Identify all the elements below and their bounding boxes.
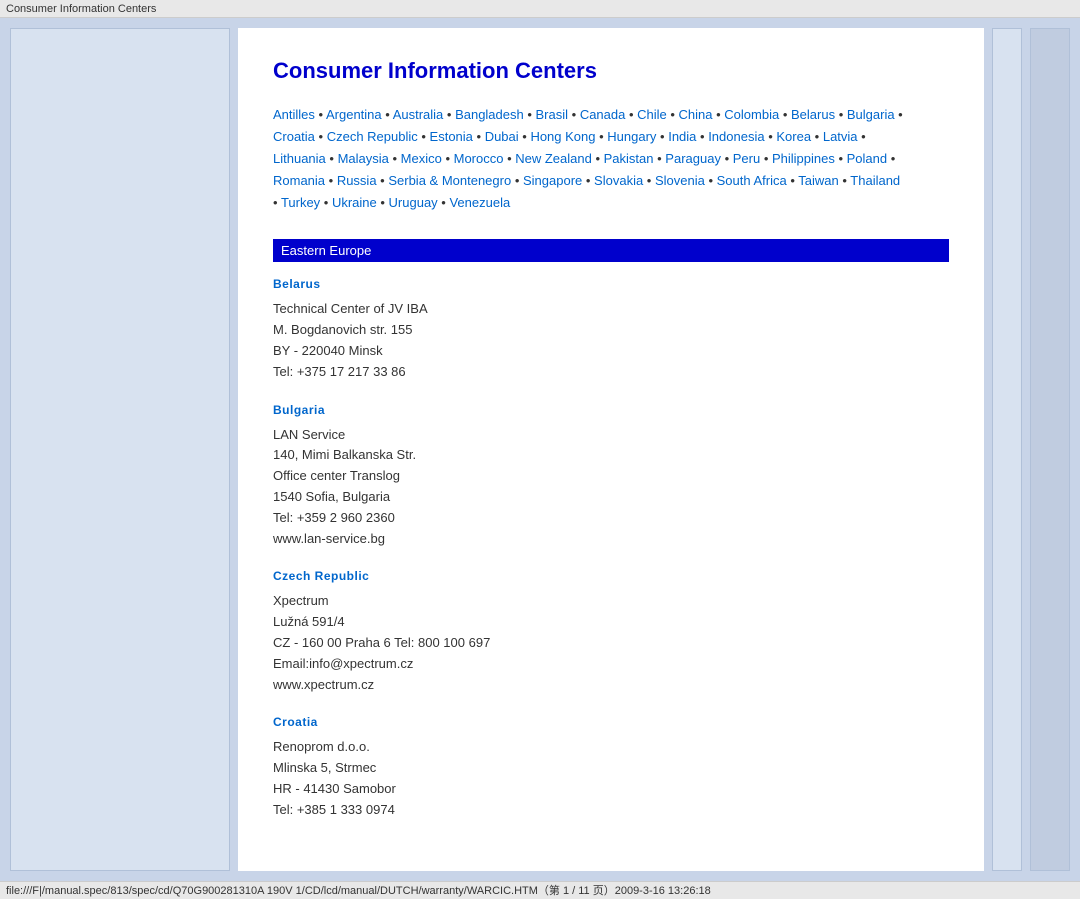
status-bar: file:///F|/manual.spec/813/spec/cd/Q70G9…	[0, 881, 1080, 899]
country-info-croatia: Renoprom d.o.o. Mlinska 5, Strmec HR - 4…	[273, 737, 949, 820]
country-info-bulgaria: LAN Service 140, Mimi Balkanska Str. Off…	[273, 425, 949, 550]
link-hong-kong[interactable]: Hong Kong	[530, 129, 595, 144]
link-colombia[interactable]: Colombia	[724, 107, 779, 122]
link-belarus[interactable]: Belarus	[791, 107, 835, 122]
link-russia[interactable]: Russia	[337, 173, 377, 188]
link-bulgaria[interactable]: Bulgaria	[847, 107, 895, 122]
sidebar-right-2	[1030, 28, 1070, 871]
country-info-belarus: Technical Center of JV IBA M. Bogdanovic…	[273, 299, 949, 382]
link-turkey[interactable]: Turkey	[281, 195, 320, 210]
link-australia[interactable]: Australia	[393, 107, 444, 122]
link-korea[interactable]: Korea	[776, 129, 811, 144]
content-area: Consumer Information Centers Antilles • …	[238, 28, 984, 871]
link-bangladesh[interactable]: Bangladesh	[455, 107, 524, 122]
country-block-bulgaria: Bulgaria LAN Service 140, Mimi Balkanska…	[273, 403, 949, 550]
link-india[interactable]: India	[668, 129, 696, 144]
link-dubai[interactable]: Dubai	[485, 129, 519, 144]
link-pakistan[interactable]: Pakistan	[604, 151, 654, 166]
link-malaysia[interactable]: Malaysia	[338, 151, 389, 166]
link-singapore[interactable]: Singapore	[523, 173, 582, 188]
link-taiwan[interactable]: Taiwan	[798, 173, 838, 188]
country-heading-czech-republic: Czech Republic	[273, 569, 949, 583]
country-heading-belarus: Belarus	[273, 277, 949, 291]
link-romania[interactable]: Romania	[273, 173, 325, 188]
link-estonia[interactable]: Estonia	[430, 129, 473, 144]
page-title: Consumer Information Centers	[273, 58, 949, 84]
country-block-croatia: Croatia Renoprom d.o.o. Mlinska 5, Strme…	[273, 715, 949, 820]
sidebar-right-1	[992, 28, 1022, 871]
link-indonesia[interactable]: Indonesia	[708, 129, 764, 144]
link-slovakia[interactable]: Slovakia	[594, 173, 643, 188]
link-uruguay[interactable]: Uruguay	[389, 195, 438, 210]
country-info-czech-republic: Xpectrum Lužná 591/4 CZ - 160 00 Praha 6…	[273, 591, 949, 695]
country-block-belarus: Belarus Technical Center of JV IBA M. Bo…	[273, 277, 949, 382]
link-philippines[interactable]: Philippines	[772, 151, 835, 166]
section-header-eastern-europe: Eastern Europe	[273, 239, 949, 262]
link-antilles[interactable]: Antilles	[273, 107, 315, 122]
sidebar-left	[10, 28, 230, 871]
link-new-zealand[interactable]: New Zealand	[515, 151, 592, 166]
title-bar-text: Consumer Information Centers	[6, 3, 156, 15]
title-bar: Consumer Information Centers	[0, 0, 1080, 18]
links-section: Antilles • Argentina • Australia • Bangl…	[273, 104, 949, 214]
link-hungary[interactable]: Hungary	[607, 129, 656, 144]
status-bar-text: file:///F|/manual.spec/813/spec/cd/Q70G9…	[6, 882, 711, 898]
link-croatia[interactable]: Croatia	[273, 129, 315, 144]
link-thailand[interactable]: Thailand	[850, 173, 900, 188]
link-slovenia[interactable]: Slovenia	[655, 173, 705, 188]
main-layout: Consumer Information Centers Antilles • …	[0, 18, 1080, 881]
link-argentina[interactable]: Argentina	[326, 107, 382, 122]
country-heading-bulgaria: Bulgaria	[273, 403, 949, 417]
link-poland[interactable]: Poland	[847, 151, 887, 166]
link-south-africa[interactable]: South Africa	[717, 173, 787, 188]
link-mexico[interactable]: Mexico	[401, 151, 442, 166]
link-lithuania[interactable]: Lithuania	[273, 151, 326, 166]
link-canada[interactable]: Canada	[580, 107, 626, 122]
link-peru[interactable]: Peru	[733, 151, 760, 166]
link-czech-republic[interactable]: Czech Republic	[327, 129, 418, 144]
link-ukraine[interactable]: Ukraine	[332, 195, 377, 210]
link-latvia[interactable]: Latvia	[823, 129, 858, 144]
link-china[interactable]: China	[679, 107, 713, 122]
link-serbia[interactable]: Serbia & Montenegro	[388, 173, 511, 188]
country-block-czech-republic: Czech Republic Xpectrum Lužná 591/4 CZ -…	[273, 569, 949, 695]
country-heading-croatia: Croatia	[273, 715, 949, 729]
link-venezuela[interactable]: Venezuela	[449, 195, 510, 210]
link-brasil[interactable]: Brasil	[536, 107, 569, 122]
link-paraguay[interactable]: Paraguay	[665, 151, 721, 166]
link-chile[interactable]: Chile	[637, 107, 667, 122]
link-morocco[interactable]: Morocco	[454, 151, 504, 166]
